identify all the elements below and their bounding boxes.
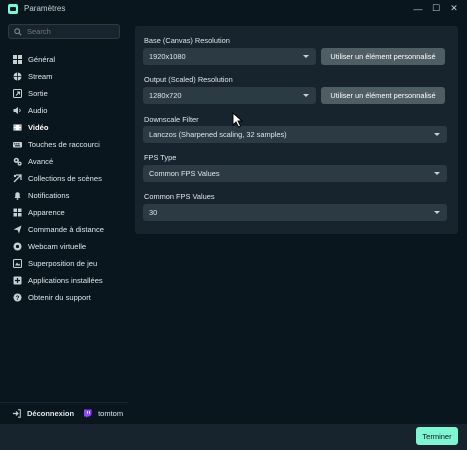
nav-item-label: Audio xyxy=(28,106,48,115)
fps-type-select[interactable]: Common FPS Values xyxy=(143,165,447,182)
globe-icon xyxy=(13,72,22,81)
nav-item-general[interactable]: Général xyxy=(0,51,128,68)
logout-button[interactable]: Déconnexion xyxy=(12,409,74,418)
nav-item-label: Notifications xyxy=(28,191,70,200)
nav-item-label: Général xyxy=(28,55,56,64)
nav-item-installed-apps[interactable]: Applications installées xyxy=(0,272,128,289)
chevron-down-icon xyxy=(303,94,309,97)
base-resolution-label: Base (Canvas) Resolution xyxy=(144,36,230,45)
chevron-down-icon xyxy=(434,172,440,175)
help-icon: ? xyxy=(13,293,22,302)
nav-item-game-overlay[interactable]: Superposition de jeu xyxy=(0,255,128,272)
fps-values-label: Common FPS Values xyxy=(144,192,215,201)
nav-item-label: Collections de scènes xyxy=(28,174,102,183)
window-title: Paramètres xyxy=(24,4,66,13)
nav-item-video[interactable]: Vidéo xyxy=(0,119,128,136)
nav-item-label: Commande à distance xyxy=(28,225,104,234)
fps-type-value: Common FPS Values xyxy=(149,169,220,178)
fps-values-value: 30 xyxy=(149,208,158,217)
nav-item-label: Applications installées xyxy=(28,276,103,285)
nav-item-remote-control[interactable]: Commande à distance xyxy=(0,221,128,238)
twitch-icon xyxy=(83,409,92,418)
chevron-down-icon xyxy=(434,211,440,214)
downscale-filter-select[interactable]: Lanczos (Sharpened scaling, 32 samples) xyxy=(143,126,447,143)
fps-values-select[interactable]: 30 xyxy=(143,204,447,221)
settings-content: Base (Canvas) Resolution 1920x1080 Utili… xyxy=(128,17,467,424)
nav-item-label: Avancé xyxy=(28,157,54,166)
nav-item-hotkeys[interactable]: Touches de raccourci xyxy=(0,136,128,153)
webcam-icon xyxy=(13,242,22,251)
bottom-bar: Terminer xyxy=(0,424,467,450)
keyboard-icon xyxy=(13,140,22,149)
svg-text:?: ? xyxy=(16,295,20,302)
close-button[interactable]: ✕ xyxy=(445,0,463,17)
speaker-icon xyxy=(13,106,22,115)
mouse-cursor-icon xyxy=(232,112,243,128)
downscale-filter-label: Downscale Filter xyxy=(144,115,199,124)
base-custom-button[interactable]: Utiliser un élément personnalisé xyxy=(321,48,445,65)
search-input[interactable] xyxy=(27,27,115,36)
window-controls: — ☐ ✕ xyxy=(409,0,463,17)
bell-icon xyxy=(13,191,22,200)
sidebar-footer: Déconnexion tomtom xyxy=(0,402,128,424)
done-button[interactable]: Terminer xyxy=(416,427,458,445)
output-resolution-value: 1280x720 xyxy=(149,91,182,100)
settings-sidebar: Général Stream Sortie Audio Vidéo xyxy=(0,17,128,424)
logout-label: Déconnexion xyxy=(27,409,75,418)
base-resolution-select[interactable]: 1920x1080 xyxy=(143,48,316,65)
nav-item-label: Touches de raccourci xyxy=(28,140,100,149)
overlay-icon xyxy=(13,259,22,268)
remote-icon xyxy=(13,225,22,234)
apps-icon xyxy=(13,276,22,285)
collection-icon xyxy=(13,174,22,183)
nav-item-notifications[interactable]: Notifications xyxy=(0,187,128,204)
base-resolution-value: 1920x1080 xyxy=(149,52,186,61)
search-box[interactable] xyxy=(8,24,120,39)
nav-item-label: Obtenir du support xyxy=(28,293,91,302)
logout-icon xyxy=(12,409,21,418)
chevron-down-icon xyxy=(303,55,309,58)
output-resolution-select[interactable]: 1280x720 xyxy=(143,87,316,104)
nav-item-stream[interactable]: Stream xyxy=(0,68,128,85)
output-resolution-label: Output (Scaled) Resolution xyxy=(144,75,233,84)
streamlabs-logo-icon xyxy=(8,3,18,14)
nav-item-label: Webcam virtuelle xyxy=(28,242,87,251)
nav-item-scene-collections[interactable]: Collections de scènes xyxy=(0,170,128,187)
output-custom-button[interactable]: Utiliser un élément personnalisé xyxy=(321,87,445,104)
output-icon xyxy=(13,89,22,98)
video-settings-panel: Base (Canvas) Resolution 1920x1080 Utili… xyxy=(135,26,458,234)
username: tomtom xyxy=(98,409,124,418)
title-bar: Paramètres — ☐ ✕ xyxy=(0,0,467,17)
appearance-icon xyxy=(13,208,22,217)
fps-type-label: FPS Type xyxy=(144,153,177,162)
grid-icon xyxy=(13,55,22,64)
chevron-down-icon xyxy=(434,133,440,136)
nav-item-label: Superposition de jeu xyxy=(28,259,98,268)
film-icon xyxy=(13,123,22,132)
settings-nav: Général Stream Sortie Audio Vidéo Touche… xyxy=(0,51,128,306)
nav-item-virtual-webcam[interactable]: Webcam virtuelle xyxy=(0,238,128,255)
nav-item-support[interactable]: ? Obtenir du support xyxy=(0,289,128,306)
nav-item-audio[interactable]: Audio xyxy=(0,102,128,119)
maximize-button[interactable]: ☐ xyxy=(427,0,445,17)
minimize-button[interactable]: — xyxy=(409,0,427,17)
nav-item-label: Stream xyxy=(28,72,53,81)
nav-item-label: Sortie xyxy=(28,89,48,98)
nav-item-label: Vidéo xyxy=(28,123,49,132)
user-account[interactable]: tomtom xyxy=(83,409,123,418)
search-icon xyxy=(14,27,22,36)
downscale-filter-value: Lanczos (Sharpened scaling, 32 samples) xyxy=(149,130,287,139)
nav-item-output[interactable]: Sortie xyxy=(0,85,128,102)
nav-item-appearance[interactable]: Apparence xyxy=(0,204,128,221)
nav-item-label: Apparence xyxy=(28,208,65,217)
nav-item-advanced[interactable]: Avancé xyxy=(0,153,128,170)
gears-icon xyxy=(13,157,22,166)
